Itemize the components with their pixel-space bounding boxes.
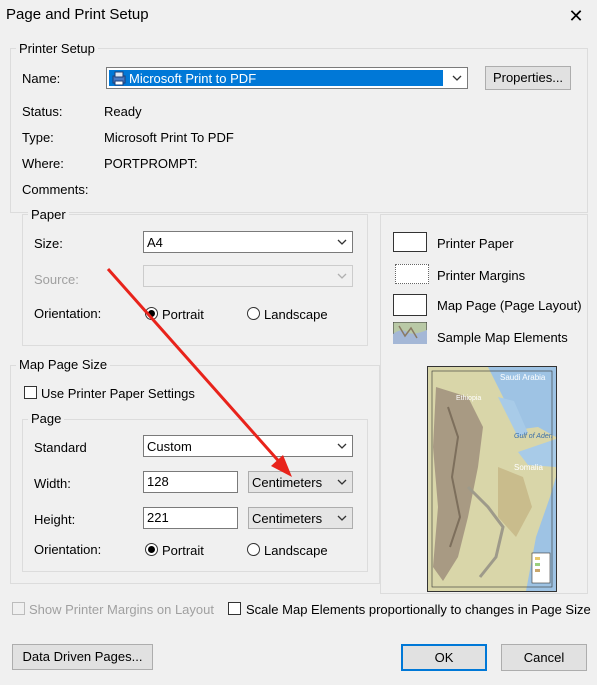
standard-select[interactable]: Custom [143, 435, 353, 457]
type-label: Type: [22, 130, 54, 145]
standard-value: Custom [147, 439, 192, 454]
close-button[interactable]: ✕ [562, 2, 590, 30]
status-value: Ready [104, 104, 142, 119]
scale-elements-label[interactable]: Scale Map Elements proportionally to cha… [246, 602, 591, 617]
close-icon: ✕ [568, 6, 584, 26]
paper-source-select [143, 265, 353, 287]
paper-orientation-label: Orientation: [34, 306, 102, 321]
scale-elements-checkbox[interactable] [228, 602, 241, 615]
printer-margins-swatch [395, 264, 429, 284]
properties-button[interactable]: Properties... [485, 66, 571, 90]
where-value: PORTPROMPT: [104, 156, 198, 171]
width-input[interactable]: 128 [143, 471, 238, 493]
cancel-button[interactable]: Cancel [501, 644, 587, 671]
preview-map-graphic [428, 367, 556, 591]
page-group-label: Page [28, 411, 65, 426]
chevron-down-icon [452, 75, 462, 81]
height-input[interactable]: 221 [143, 507, 238, 529]
paper-landscape-label[interactable]: Landscape [264, 307, 328, 322]
dialog-title: Page and Print Setup [6, 6, 149, 23]
width-unit-value: Centimeters [252, 475, 323, 490]
page-orientation-label: Orientation: [34, 542, 102, 557]
printer-name-value: Microsoft Print to PDF [129, 71, 257, 86]
sample-elements-swatch [392, 321, 428, 345]
standard-label: Standard [34, 440, 87, 455]
size-label: Size: [34, 236, 63, 251]
width-label: Width: [34, 476, 71, 491]
width-unit-select[interactable]: Centimeters [248, 471, 353, 493]
page-landscape-radio[interactable] [247, 543, 260, 556]
map-label-somalia: Somalia [514, 463, 543, 472]
chevron-down-icon [337, 443, 347, 449]
printer-paper-swatch [393, 232, 427, 252]
type-value: Microsoft Print To PDF [104, 130, 234, 145]
page-landscape-label[interactable]: Landscape [264, 543, 328, 558]
chevron-down-icon [337, 479, 347, 485]
map-page-size-label: Map Page Size [16, 357, 111, 372]
printer-margins-legend: Printer Margins [437, 268, 526, 283]
show-margins-label: Show Printer Margins on Layout [29, 602, 214, 617]
map-label-ethiopia: Ethiopia [456, 395, 482, 402]
data-driven-pages-button[interactable]: Data Driven Pages... [12, 644, 153, 670]
paper-portrait-label[interactable]: Portrait [162, 307, 204, 322]
chevron-down-icon [337, 273, 347, 279]
name-label: Name: [22, 71, 61, 86]
map-preview: Saudi Arabia Gulf of Aden Somalia Ethiop… [427, 366, 557, 592]
map-label-gulf-of-aden: Gulf of Aden [514, 433, 553, 440]
use-printer-paper-checkbox[interactable] [24, 386, 37, 399]
page-portrait-radio[interactable] [145, 543, 158, 556]
map-label-saudi-arabia: Saudi Arabia [500, 373, 546, 382]
paper-portrait-radio[interactable] [145, 307, 158, 320]
where-label: Where: [22, 156, 64, 171]
chevron-down-icon [337, 239, 347, 245]
paper-landscape-radio[interactable] [247, 307, 260, 320]
paper-size-select[interactable]: A4 [143, 231, 353, 253]
sample-elements-legend: Sample Map Elements [437, 330, 568, 345]
printer-setup-label: Printer Setup [16, 41, 98, 56]
height-unit-value: Centimeters [252, 511, 323, 526]
ok-button[interactable]: OK [401, 644, 487, 671]
paper-size-value: A4 [147, 235, 163, 250]
height-unit-select[interactable]: Centimeters [248, 507, 353, 529]
printer-name-select[interactable]: Microsoft Print to PDF [106, 67, 468, 89]
chevron-down-icon [337, 515, 347, 521]
map-page-swatch [393, 294, 427, 316]
status-label: Status: [22, 104, 63, 119]
printer-icon [111, 71, 127, 89]
paper-label: Paper [28, 207, 69, 222]
height-label: Height: [34, 512, 76, 527]
show-margins-checkbox [12, 602, 25, 615]
use-printer-paper-label[interactable]: Use Printer Paper Settings [41, 386, 195, 401]
page-portrait-label[interactable]: Portrait [162, 543, 204, 558]
map-page-legend: Map Page (Page Layout) [437, 298, 582, 313]
comments-label: Comments: [22, 182, 89, 197]
printer-paper-legend: Printer Paper [437, 236, 514, 251]
source-label: Source: [34, 272, 79, 287]
